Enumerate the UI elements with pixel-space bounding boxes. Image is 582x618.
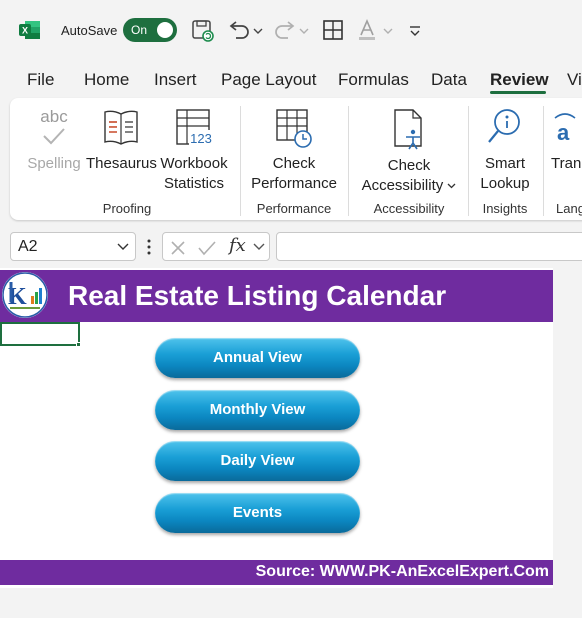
ribbon: abc Spelling Thesaurus 123 Workbook Stat… [10,98,582,220]
tab-page-layout[interactable]: Page Layout [221,70,316,90]
group-label-insights: Insights [482,201,528,216]
spelling-icon: abc [40,107,68,145]
enter-check-icon[interactable] [197,239,217,257]
book-icon [104,110,138,145]
check-performance-label-2: Performance [251,175,337,192]
translate-icon: a [554,113,576,145]
smart-lookup-label-2: Lookup [480,175,530,192]
autosave-label: AutoSave [61,23,118,38]
group-separator [543,106,544,216]
tab-home[interactable]: Home [84,70,129,90]
tab-review[interactable]: Review [490,70,549,90]
svg-text:a: a [557,120,570,145]
smart-lookup-label-1: Smart [484,155,525,172]
chevron-down-icon[interactable] [253,242,265,252]
borders-icon[interactable] [320,16,346,44]
undo-icon[interactable] [226,16,252,44]
more-options-icon[interactable] [146,237,152,257]
spelling-label: Spelling [27,155,81,172]
excel-logo-icon: X [19,21,40,39]
group-label-performance: Performance [256,201,332,216]
group-separator [348,106,349,216]
undo-dropdown-icon[interactable] [252,16,264,44]
font-color-icon[interactable] [354,16,380,44]
font-color-dropdown-icon[interactable] [382,16,394,44]
workbook-statistics-label-2: Statistics [163,175,224,192]
formula-input[interactable] [276,232,582,261]
annual-view-button[interactable]: Annual View [155,338,360,378]
translate-label: Tran [551,155,582,172]
svg-text:123: 123 [190,131,212,146]
translate-button[interactable]: a Tran [551,106,582,174]
chevron-down-icon [447,183,456,189]
workbook-statistics-icon: 123 [176,109,213,146]
fill-handle[interactable] [76,342,81,347]
events-button[interactable]: Events [155,493,360,533]
formula-controls: fx [162,232,270,261]
monthly-view-button[interactable]: Monthly View [155,390,360,430]
check-performance-label-1: Check [272,155,316,172]
check-accessibility-label-1: Check [387,157,431,174]
group-label-accessibility: Accessibility [373,201,445,216]
title-bar: X AutoSave On [0,0,582,60]
name-box-value: A2 [18,238,38,255]
accessibility-icon [394,109,422,150]
daily-view-button[interactable]: Daily View [155,441,360,481]
tab-data[interactable]: Data [431,70,467,90]
group-label-language: Lang [556,201,582,216]
selected-cell-a2[interactable] [0,322,80,346]
check-accessibility-button[interactable]: Check Accessibility [354,106,464,196]
workbook-statistics-label-1: Workbook [160,155,228,172]
title-banner: K Real Estate Listing Calendar [0,270,553,322]
worksheet: K Real Estate Listing Calendar Annual Vi… [0,268,553,588]
chevron-down-icon[interactable] [117,242,129,252]
smart-lookup-button[interactable]: Smart Lookup [474,106,536,194]
source-text: Source: WWW.PK-AnExcelExpert.Com [255,563,549,580]
tab-file[interactable]: File [27,70,54,90]
active-tab-indicator [490,91,546,94]
redo-icon[interactable] [272,16,298,44]
tab-formulas[interactable]: Formulas [338,70,409,90]
check-performance-button[interactable]: Check Performance [246,106,342,194]
save-icon[interactable] [190,16,216,44]
toggle-knob [157,22,173,38]
svg-text:abc: abc [40,107,68,126]
thesaurus-button[interactable]: Thesaurus [86,106,157,174]
thesaurus-label: Thesaurus [86,155,157,172]
tab-insert[interactable]: Insert [154,70,197,90]
group-separator [240,106,241,216]
autosave-state: On [131,23,148,37]
cancel-icon[interactable] [169,239,187,257]
spelling-button[interactable]: abc Spelling [22,106,86,174]
customize-qat-icon[interactable] [406,16,424,44]
name-box[interactable]: A2 [10,232,136,261]
tab-view[interactable]: Vi [567,70,582,90]
workbook-statistics-button[interactable]: 123 Workbook Statistics [158,106,230,194]
check-performance-icon [276,109,312,148]
check-accessibility-label-2: Accessibility [361,177,444,194]
autosave-toggle[interactable]: On [123,18,177,42]
insert-function-button[interactable]: fx [229,235,246,256]
dashboard-title: Real Estate Listing Calendar [68,280,447,311]
svg-text:X: X [22,26,28,36]
redo-dropdown-icon[interactable] [298,16,310,44]
group-separator [468,106,469,216]
pk-logo-icon: K [2,272,48,318]
group-label-proofing: Proofing [102,201,152,216]
smart-lookup-icon [488,109,520,143]
source-footer: Source: WWW.PK-AnExcelExpert.Com [0,560,553,585]
